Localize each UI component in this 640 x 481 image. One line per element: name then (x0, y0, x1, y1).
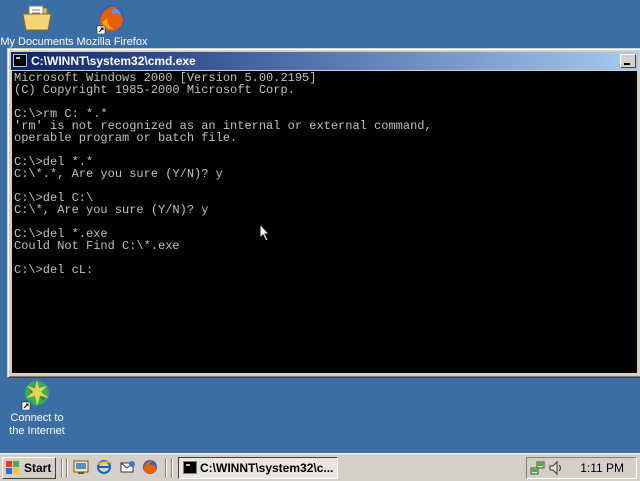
console-line: operable program or batch file. (14, 131, 238, 145)
desktop-icon-mozilla-firefox[interactable]: Mozilla Firefox (72, 2, 152, 48)
cmd-icon (183, 461, 197, 474)
toolbar-separator (165, 458, 167, 478)
console-line: C:\>del cL: (14, 263, 94, 277)
window-titlebar[interactable]: C:\WINNT\system32\cmd.exe (11, 52, 638, 70)
minimize-button[interactable] (620, 54, 636, 68)
firefox-icon (96, 2, 128, 35)
console-line: (C) Copyright 1985-2000 Microsoft Corp. (14, 83, 295, 97)
toolbar-separator (61, 458, 63, 478)
volume-icon[interactable] (548, 460, 564, 476)
cmd-window[interactable]: C:\WINNT\system32\cmd.exe Microsoft Wind… (7, 48, 640, 378)
desktop-icon-label: My Documents (0, 36, 74, 48)
firefox-icon[interactable] (142, 459, 158, 475)
show-desktop-icon[interactable] (73, 459, 89, 475)
start-button[interactable]: Start (2, 457, 56, 479)
internet-explorer-icon[interactable] (96, 459, 112, 475)
outlook-express-icon[interactable] (120, 459, 136, 475)
mouse-pointer-icon (259, 223, 271, 242)
desktop-icon-label: Connect to (10, 412, 64, 424)
toolbar-separator (171, 458, 173, 478)
taskbar: Start C:\WINNT\system32\c... 1:11 PM (0, 453, 640, 481)
toolbar-separator (66, 458, 68, 478)
window-title: C:\WINNT\system32\cmd.exe (31, 54, 196, 68)
folder-documents-icon (21, 2, 53, 34)
cmd-icon[interactable] (13, 54, 27, 67)
network-icon[interactable] (530, 460, 546, 476)
connect-internet-icon (21, 378, 53, 411)
desktop-icon-label: Mozilla Firefox (76, 36, 148, 48)
windows-logo-icon (6, 461, 20, 475)
desktop-icon-my-documents[interactable]: My Documents (0, 2, 77, 48)
clock: 1:11 PM (580, 461, 624, 475)
system-tray: 1:11 PM (526, 457, 637, 479)
desktop-icon-connect-to-internet[interactable]: Connect to the Internet (0, 378, 77, 438)
taskbar-button-label: C:\WINNT\system32\c... (200, 461, 334, 475)
console-line: C:\*.*, Are you sure (Y/N)? y (14, 167, 223, 181)
desktop-icon-label: the Internet (9, 425, 65, 437)
taskbar-button-cmd[interactable]: C:\WINNT\system32\c... (178, 457, 338, 479)
console-line: C:\*, Are you sure (Y/N)? y (14, 203, 209, 217)
console-output[interactable]: Microsoft Windows 2000 [Version 5.00.219… (12, 71, 637, 373)
console-line: Could Not Find C:\*.exe (14, 239, 180, 253)
start-label: Start (24, 461, 52, 475)
